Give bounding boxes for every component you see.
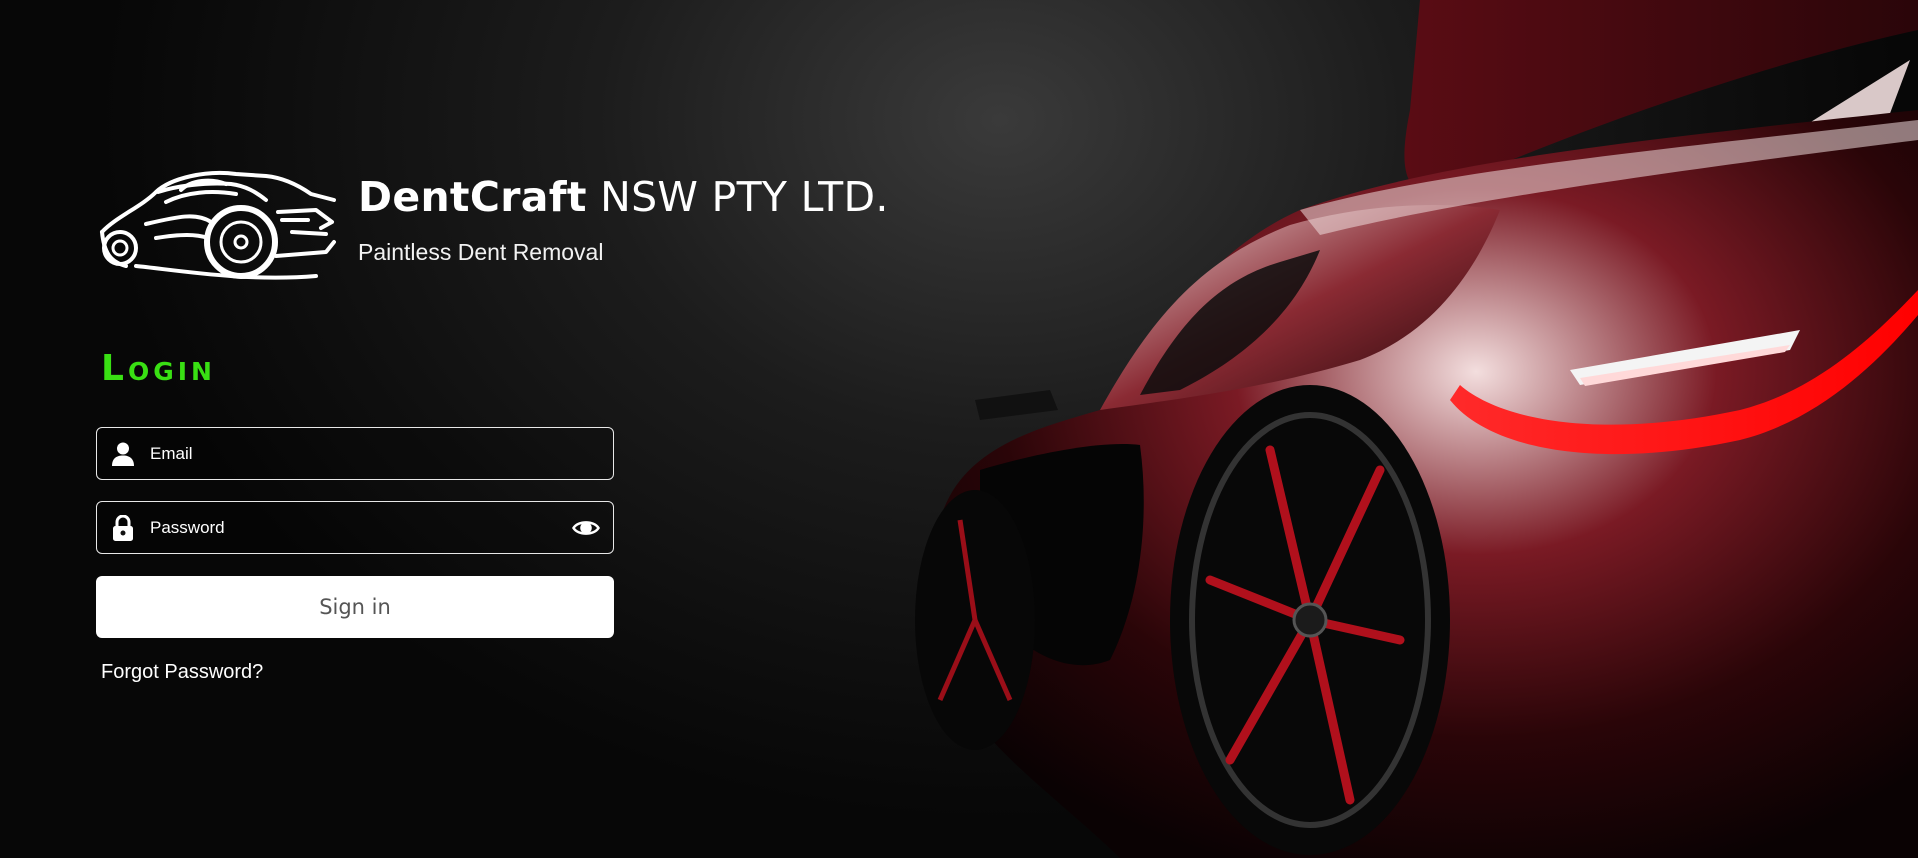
company-name-bold: DentCraft bbox=[358, 172, 587, 221]
password-field-container[interactable] bbox=[96, 501, 614, 554]
email-input[interactable] bbox=[150, 428, 613, 479]
company-tagline: Paintless Dent Removal bbox=[358, 238, 604, 265]
company-name-rest: NSW PTY LTD. bbox=[600, 172, 889, 221]
forgot-password-link[interactable]: Forgot Password? bbox=[101, 661, 263, 684]
email-field-container[interactable] bbox=[96, 427, 614, 480]
brand-text: DentCraft NSW PTY LTD. Paintless Dent Re… bbox=[358, 173, 889, 266]
eye-icon[interactable] bbox=[571, 513, 601, 543]
sign-in-button[interactable]: Sign in bbox=[96, 576, 614, 638]
login-title: Login bbox=[101, 348, 216, 389]
password-input[interactable] bbox=[150, 502, 571, 553]
user-icon bbox=[110, 441, 136, 467]
brand-header: DentCraft NSW PTY LTD. Paintless Dent Re… bbox=[96, 162, 889, 292]
company-name: DentCraft NSW PTY LTD. bbox=[358, 173, 889, 221]
lock-icon bbox=[110, 514, 136, 541]
sports-car-logo-icon bbox=[100, 170, 336, 280]
sports-car-hero-image bbox=[915, 0, 1918, 858]
